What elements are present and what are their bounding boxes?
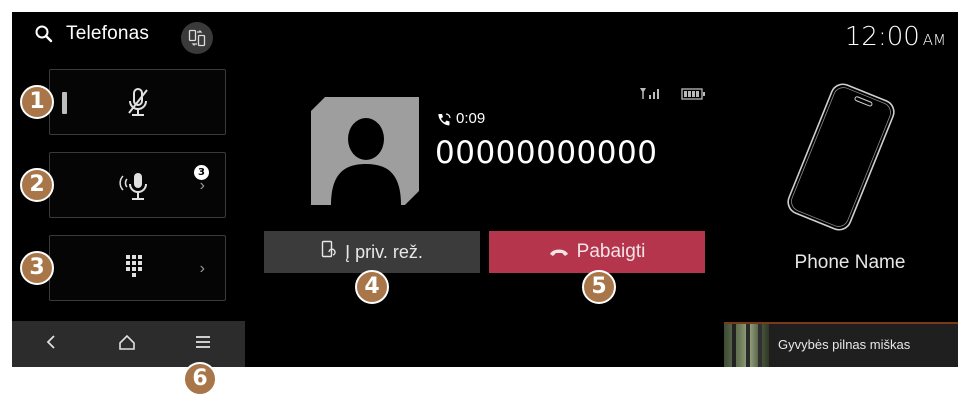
dial-pad-button[interactable]: › [49, 235, 226, 301]
marker-1: 1 [20, 85, 54, 119]
keypad-icon [126, 255, 142, 277]
mic-muted-icon [128, 88, 148, 116]
end-call-button[interactable]: Pabaigti [489, 231, 705, 273]
search-icon[interactable] [34, 24, 54, 44]
connected-phone-name: Phone Name [794, 252, 906, 273]
hang-up-icon [549, 241, 569, 263]
caller-avatar [311, 97, 419, 205]
switch-device-button[interactable] [181, 22, 213, 54]
private-mode-icon [321, 240, 337, 265]
marker-4: 4 [355, 270, 389, 304]
active-indicator [62, 92, 67, 114]
call-duration: 0:09 [456, 110, 486, 127]
bottom-navigation [12, 321, 245, 367]
clock-ampm: AM [922, 31, 946, 49]
private-mode-label: Į priv. rež. [345, 241, 423, 262]
phone-number: 00000000000 [435, 135, 658, 171]
call-active-icon [436, 112, 452, 133]
marker-5: 5 [582, 270, 616, 304]
mute-microphone-button[interactable] [49, 69, 226, 135]
private-mode-button[interactable]: Į priv. rež. [264, 231, 480, 273]
smartphone-icon [776, 82, 906, 237]
person-icon [331, 118, 401, 205]
chevron-right-icon: › [199, 177, 205, 194]
phone-call-screen: Telefonas 12:00 AM 3 › › 0:09 0000000000… [12, 12, 958, 367]
album-art [724, 324, 769, 367]
clock: 12:00 AM [845, 22, 946, 52]
marker-3: 3 [20, 251, 54, 285]
home-icon[interactable] [112, 331, 142, 357]
voice-recognition-button[interactable]: 3 › [49, 152, 226, 218]
media-title: Gyvybės pilnas miškas [778, 337, 911, 352]
clock-time: 12:00 [844, 22, 920, 52]
end-call-label: Pabaigti [576, 241, 646, 262]
marker-2: 2 [20, 168, 54, 202]
phone-switch-icon [188, 29, 206, 47]
voice-mic-icon [119, 173, 147, 200]
phone-status-indicators [638, 86, 708, 107]
battery-icon [681, 88, 705, 100]
marker-6: 6 [183, 362, 217, 396]
menu-icon[interactable] [188, 331, 218, 357]
back-icon[interactable] [36, 331, 66, 357]
app-title: Telefonas [66, 23, 150, 44]
media-mini-player[interactable]: Gyvybės pilnas miškas [724, 322, 958, 367]
chevron-right-icon: › [199, 260, 205, 277]
signal-icon [640, 88, 659, 99]
